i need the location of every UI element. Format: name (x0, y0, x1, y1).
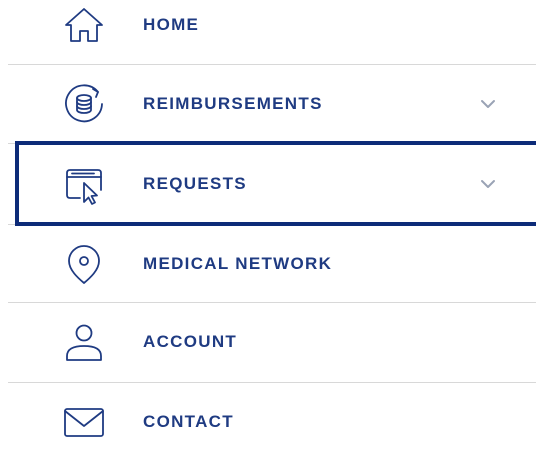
window-cursor-icon (60, 160, 108, 208)
nav-item-requests[interactable]: REQUESTS (0, 145, 536, 223)
coins-refresh-icon (60, 80, 108, 128)
envelope-icon (60, 398, 108, 446)
home-icon (60, 1, 108, 49)
user-icon (60, 318, 108, 366)
nav-item-reimbursements[interactable]: REIMBURSEMENTS (0, 65, 536, 143)
nav-item-home[interactable]: HOME (0, 0, 536, 64)
divider (8, 143, 536, 144)
nav-item-label: HOME (143, 15, 200, 34)
nav-item-contact[interactable]: CONTACT (0, 383, 536, 461)
nav-item-medical-network[interactable]: MEDICAL NETWORK (0, 225, 536, 303)
nav-item-account[interactable]: ACCOUNT (0, 303, 536, 381)
location-pin-icon (60, 240, 108, 288)
nav-item-label: ACCOUNT (143, 332, 238, 351)
nav-item-label: REIMBURSEMENTS (143, 94, 323, 113)
nav-item-label: MEDICAL NETWORK (143, 254, 333, 273)
chevron-down-icon[interactable] (478, 177, 498, 191)
nav-item-label: CONTACT (143, 412, 234, 431)
nav-item-label: REQUESTS (143, 174, 247, 193)
chevron-down-icon[interactable] (478, 97, 498, 111)
main-navigation-menu: HOME REIMBURSEMENTS REQUESTS MEDICAL NET… (0, 0, 536, 457)
